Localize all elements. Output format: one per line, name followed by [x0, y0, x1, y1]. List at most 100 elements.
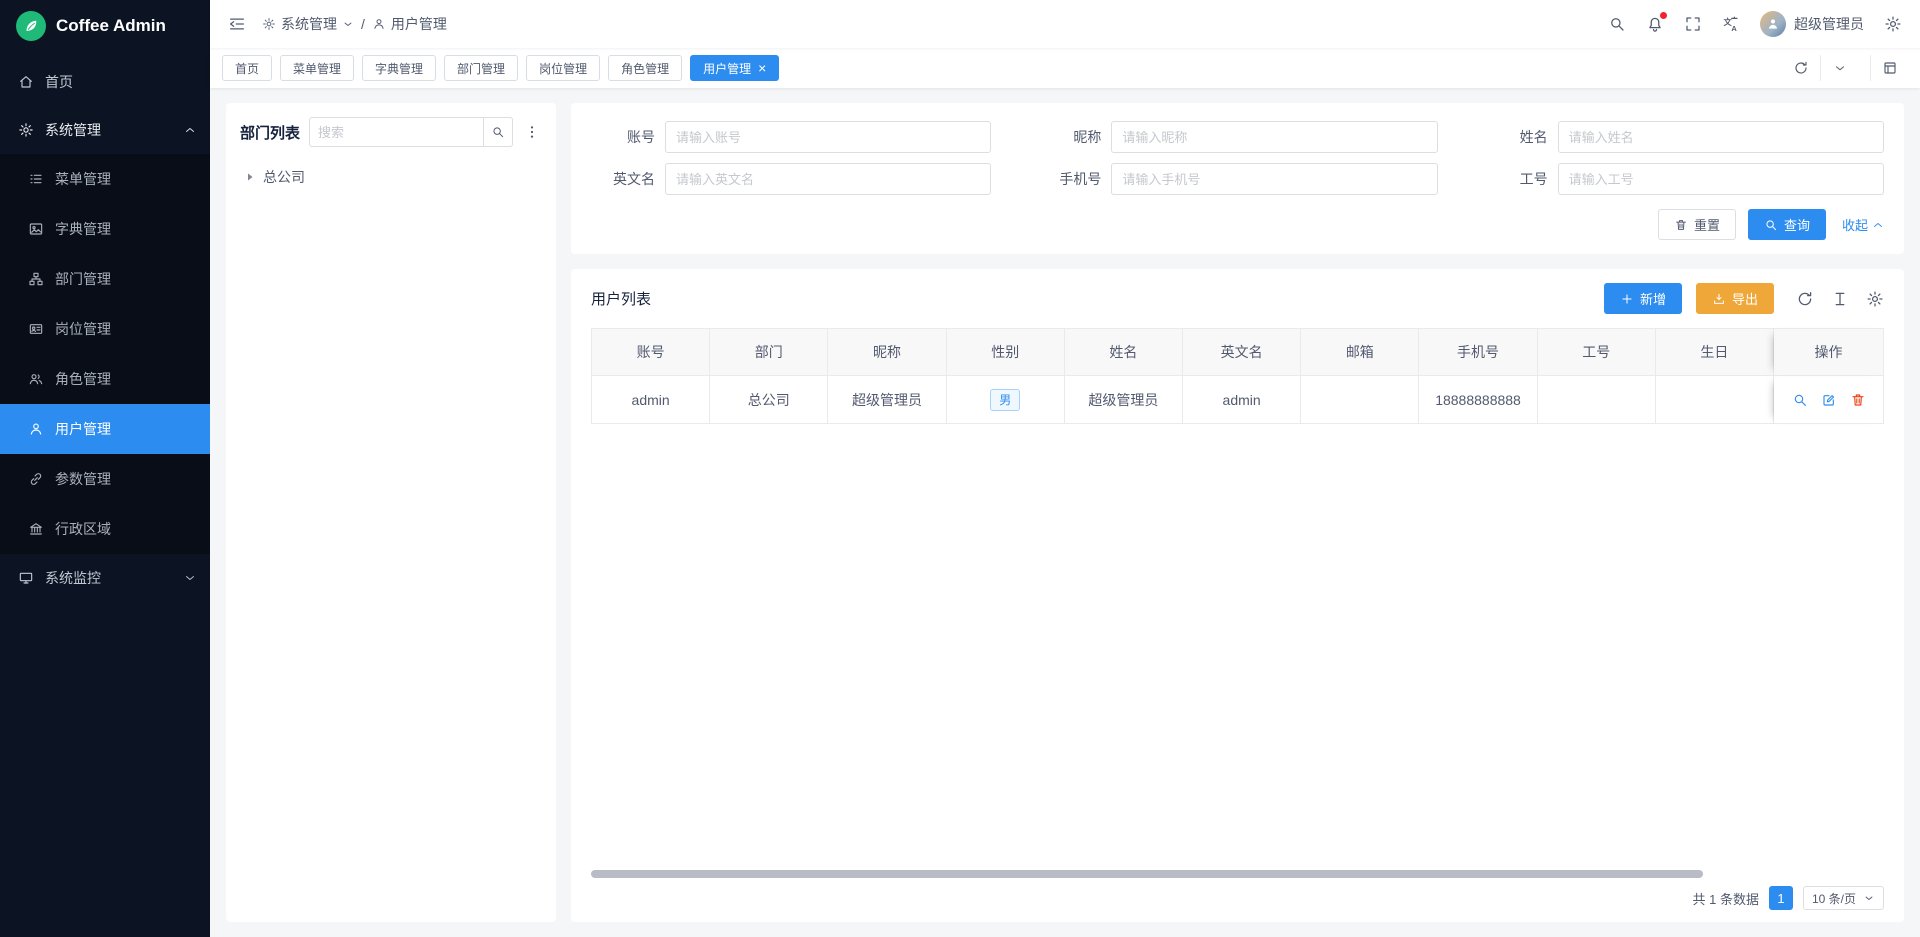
sidebar-item-dept-mgmt[interactable]: 部门管理 — [0, 254, 210, 304]
tab-close-icon[interactable]: × — [758, 61, 766, 75]
tab-post-mgmt[interactable]: 岗位管理 — [526, 55, 600, 81]
scrollbar-thumb[interactable] — [591, 870, 1703, 878]
horizontal-scrollbar[interactable] — [591, 870, 1884, 878]
reset-button[interactable]: 重置 — [1658, 209, 1736, 240]
sidebar-item-menu-mgmt[interactable]: 菜单管理 — [0, 154, 210, 204]
gear-icon — [18, 122, 34, 138]
sidebar-item-post-mgmt[interactable]: 岗位管理 — [0, 304, 210, 354]
cell-nickname: 超级管理员 — [828, 376, 946, 424]
search-button[interactable]: 查询 — [1748, 209, 1826, 240]
breadcrumb-system[interactable]: 系统管理 — [262, 14, 354, 34]
export-button[interactable]: 导出 — [1696, 283, 1774, 314]
page-button-1[interactable]: 1 — [1769, 886, 1793, 910]
name-input[interactable] — [1558, 121, 1884, 153]
sidebar-fold-button[interactable] — [228, 15, 246, 33]
tab-dict-mgmt[interactable]: 字典管理 — [362, 55, 436, 81]
gear-icon — [1884, 15, 1902, 33]
account-input[interactable] — [665, 121, 991, 153]
sidebar-item-role-mgmt[interactable]: 角色管理 — [0, 354, 210, 404]
col-header-work-id: 工号 — [1538, 328, 1656, 376]
sidebar-item-label: 岗位管理 — [55, 319, 111, 339]
phone-input[interactable] — [1111, 163, 1437, 195]
page-size-select[interactable]: 10 条/页 — [1803, 886, 1884, 910]
notifications-button[interactable] — [1646, 15, 1664, 33]
topbar: 系统管理 / 用户管理 — [210, 0, 1920, 48]
field-label: 姓名 — [1484, 127, 1548, 147]
sidebar-item-label: 字典管理 — [55, 219, 111, 239]
tab-options-button[interactable] — [1820, 55, 1858, 81]
refresh-table-button[interactable] — [1796, 290, 1814, 308]
sidebar-item-label: 首页 — [45, 72, 73, 92]
refresh-icon — [1796, 290, 1814, 308]
image-icon — [28, 221, 44, 237]
user-menu[interactable]: 超级管理员 — [1760, 11, 1864, 37]
field-label: 昵称 — [1037, 127, 1101, 147]
caret-right-icon[interactable] — [244, 171, 256, 183]
sidebar-item-system[interactable]: 系统管理 — [0, 106, 210, 154]
edit-button[interactable] — [1821, 392, 1837, 408]
department-search-button[interactable] — [483, 117, 513, 147]
department-search-group — [309, 117, 513, 147]
work-id-input[interactable] — [1558, 163, 1884, 195]
refresh-tab-button[interactable] — [1782, 55, 1820, 81]
tab-dept-mgmt[interactable]: 部门管理 — [444, 55, 518, 81]
cell-actions — [1774, 376, 1884, 424]
tree-node-root[interactable]: 总公司 — [240, 161, 542, 193]
sidebar-item-region-mgmt[interactable]: 行政区域 — [0, 504, 210, 554]
column-settings-button[interactable] — [1866, 290, 1884, 308]
row-density-button[interactable] — [1831, 290, 1849, 308]
topbar-actions: 文A 超级管理员 — [1608, 11, 1902, 37]
view-button[interactable] — [1792, 392, 1808, 408]
tabbar-actions — [1782, 55, 1908, 81]
global-search-button[interactable] — [1608, 15, 1626, 33]
trash-icon — [1674, 218, 1688, 232]
tab-user-mgmt[interactable]: 用户管理 × — [690, 55, 779, 81]
filter-field-english-name: 英文名 — [591, 163, 991, 195]
col-header-phone: 手机号 — [1419, 328, 1537, 376]
table-header-row: 账号 部门 昵称 性别 姓名 英文名 邮箱 手机号 工号 生日 操作 — [591, 328, 1884, 376]
link-icon — [28, 471, 44, 487]
user-list-actions: 新增 导出 — [1604, 283, 1884, 314]
export-button-label: 导出 — [1732, 289, 1758, 308]
field-label: 工号 — [1484, 169, 1548, 189]
department-tree: 总公司 — [240, 161, 542, 193]
nickname-input[interactable] — [1111, 121, 1437, 153]
sidebar-item-label: 角色管理 — [55, 369, 111, 389]
sidebar-item-monitor[interactable]: 系统监控 — [0, 554, 210, 602]
department-panel-header: 部门列表 — [240, 117, 542, 147]
field-label: 手机号 — [1037, 169, 1101, 189]
language-button[interactable]: 文A — [1722, 15, 1740, 33]
department-search-input[interactable] — [309, 117, 483, 147]
sidebar-item-dict-mgmt[interactable]: 字典管理 — [0, 204, 210, 254]
col-header-department: 部门 — [710, 328, 828, 376]
layout-toggle-button[interactable] — [1870, 55, 1908, 81]
trash-icon — [1850, 392, 1866, 408]
sidebar-item-label: 部门管理 — [55, 269, 111, 289]
sidebar-item-param-mgmt[interactable]: 参数管理 — [0, 454, 210, 504]
tab-role-mgmt[interactable]: 角色管理 — [608, 55, 682, 81]
gender-tag: 男 — [990, 389, 1020, 411]
tab-home[interactable]: 首页 — [222, 55, 272, 81]
cell-email — [1301, 376, 1419, 424]
pagination: 共 1 条数据 1 10 条/页 — [591, 886, 1884, 910]
tab-menu-mgmt[interactable]: 菜单管理 — [280, 55, 354, 81]
department-panel: 部门列表 总公司 — [226, 103, 556, 922]
settings-button[interactable] — [1884, 15, 1902, 33]
sidebar-item-label: 参数管理 — [55, 469, 111, 489]
department-more-button[interactable] — [522, 124, 542, 140]
gear-icon — [1866, 290, 1884, 308]
delete-button[interactable] — [1850, 392, 1866, 408]
chevron-down-icon — [342, 18, 354, 30]
sidebar-item-home[interactable]: 首页 — [0, 58, 210, 106]
row-action-icons — [1792, 392, 1866, 408]
chevron-down-icon — [184, 572, 196, 584]
tab-label: 用户管理 — [703, 60, 751, 77]
fullscreen-button[interactable] — [1684, 15, 1702, 33]
sidebar-item-user-mgmt[interactable]: 用户管理 — [0, 404, 210, 454]
filter-field-work-id: 工号 — [1484, 163, 1884, 195]
collapse-filter-button[interactable]: 收起 — [1842, 215, 1884, 234]
bank-icon — [28, 521, 44, 537]
english-name-input[interactable] — [665, 163, 991, 195]
add-user-button[interactable]: 新增 — [1604, 283, 1682, 314]
col-header-birthday: 生日 — [1656, 328, 1774, 376]
